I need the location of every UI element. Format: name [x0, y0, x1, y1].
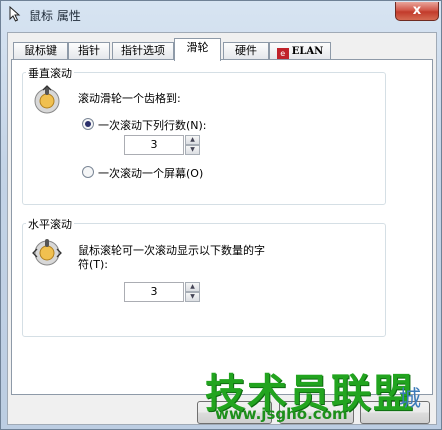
tab-hardware[interactable]: 硬件	[223, 42, 269, 60]
tab-pointers[interactable]: 指针	[68, 42, 110, 60]
horizontal-scroll-prompt-line2: 符(T):	[78, 258, 109, 271]
mouse-pointer-icon	[9, 6, 21, 22]
tab-buttons[interactable]: 鼠标键	[13, 42, 68, 60]
vertical-scroll-legend: 垂直滚动	[26, 65, 74, 81]
arrow-down-icon: ▼	[190, 146, 195, 153]
chars-up-button[interactable]: ▲	[185, 282, 200, 292]
arrow-up-icon: ▲	[190, 136, 195, 143]
scroll-wheel-icon	[32, 239, 62, 266]
lines-spinner[interactable]: 3 ▲ ▼	[124, 135, 202, 155]
scroll-wheel-icon	[34, 85, 60, 114]
chars-input[interactable]: 3	[124, 282, 184, 302]
elan-logo-icon: e	[276, 48, 289, 59]
window-title: 鼠标 属性	[29, 9, 81, 23]
wheel-tab-page: 垂直滚动 滚动滑轮一个齿格到: 一次滚动下列行数(N): 3 ▲ ▼ 一次滚动一…	[11, 59, 433, 395]
horizontal-scroll-group	[22, 223, 386, 337]
tab-elan[interactable]: e ELAN	[269, 42, 331, 60]
tab-wheel[interactable]: 滑轮	[174, 38, 221, 61]
watermark-char: 城	[399, 387, 422, 412]
arrow-down-icon: ▼	[190, 293, 195, 300]
screen-radio-label[interactable]: 一次滚动一个屏幕(O)	[98, 165, 203, 181]
horizontal-scroll-legend: 水平滚动	[26, 216, 74, 232]
lines-down-button[interactable]: ▼	[185, 145, 200, 155]
vertical-scroll-group	[22, 72, 386, 205]
lines-radio-label[interactable]: 一次滚动下列行数(N):	[98, 117, 207, 133]
chars-spinner[interactable]: 3 ▲ ▼	[124, 282, 202, 302]
close-button[interactable]: x	[395, 2, 439, 21]
lines-radio[interactable]	[82, 118, 94, 130]
close-icon: x	[412, 3, 422, 18]
chars-down-button[interactable]: ▼	[185, 292, 200, 302]
window-frame: 鼠标 属性 x 鼠标键 指针 指针选项 滑轮 硬件 e ELAN 垂直滚动 滚动…	[0, 0, 442, 430]
arrow-up-icon: ▲	[190, 283, 195, 290]
watermark-url: www.jsgho.com	[215, 405, 348, 423]
screen-radio[interactable]	[82, 166, 94, 178]
lines-input[interactable]: 3	[124, 135, 184, 155]
vertical-scroll-prompt: 滚动滑轮一个齿格到:	[78, 92, 181, 105]
lines-up-button[interactable]: ▲	[185, 135, 200, 145]
tab-pointer-options[interactable]: 指针选项	[112, 42, 174, 60]
title-bar[interactable]: 鼠标 属性 x	[1, 1, 442, 27]
